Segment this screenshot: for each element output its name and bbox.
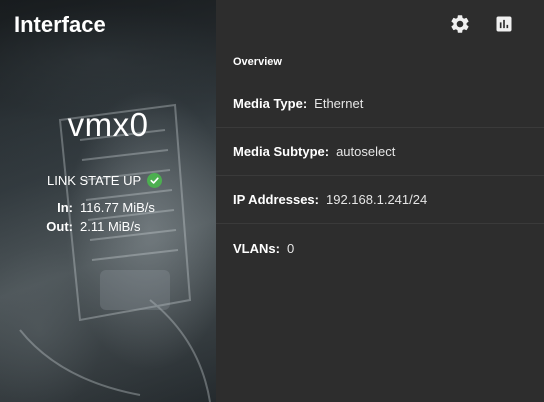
vlans-label: VLANs:	[233, 240, 280, 256]
traffic-in-value: 116.77 MiB/s	[80, 200, 155, 215]
list-item: Media Subtype: autoselect	[216, 128, 544, 176]
ip-addresses-label: IP Addresses:	[233, 192, 319, 207]
traffic-stats: In: 116.77 MiB/s Out: 2.11 MiB/s	[0, 198, 216, 236]
traffic-row-in: In: 116.77 MiB/s	[0, 198, 216, 217]
traffic-row-out: Out: 2.11 MiB/s	[0, 217, 216, 236]
vlans-value: 0	[286, 240, 295, 256]
media-subtype-label: Media Subtype:	[233, 144, 330, 159]
card-toolbar	[448, 12, 516, 36]
overview-list: Media Type: Ethernet Media Subtype: auto…	[216, 80, 544, 272]
list-item: Media Type: Ethernet	[216, 80, 544, 128]
ip-addresses-value: 192.168.1.241/24	[326, 192, 428, 207]
media-subtype-value: autoselect	[336, 144, 396, 159]
bar-chart-icon	[496, 16, 512, 32]
gear-icon	[451, 15, 469, 33]
interface-details-panel: Overview Media Type: Ethernet Media Subt…	[216, 0, 544, 402]
section-title-overview: Overview	[233, 56, 282, 68]
traffic-out-value: 2.11 MiB/s	[80, 219, 141, 234]
interface-name: vmx0	[67, 106, 149, 143]
interface-summary-panel: Interface vmx0 LINK STATE UP In: 116.77 …	[0, 0, 216, 402]
settings-button[interactable]	[448, 12, 472, 36]
check-circle-icon	[147, 173, 163, 188]
traffic-in-label: In:	[57, 200, 73, 215]
link-state-label: LINK STATE UP	[47, 173, 142, 188]
list-item: VLANs: 0	[216, 224, 544, 272]
media-type-label: Media Type:	[233, 96, 308, 111]
interface-card: Interface vmx0 LINK STATE UP In: 116.77 …	[0, 0, 544, 402]
panel-title: Interface	[14, 12, 106, 37]
link-state: LINK STATE UP	[47, 173, 163, 188]
traffic-out-label: Out:	[46, 219, 73, 234]
media-type-value: Ethernet	[314, 96, 364, 111]
list-item: IP Addresses: 192.168.1.241/24	[216, 176, 544, 224]
stats-button[interactable]	[492, 12, 516, 36]
